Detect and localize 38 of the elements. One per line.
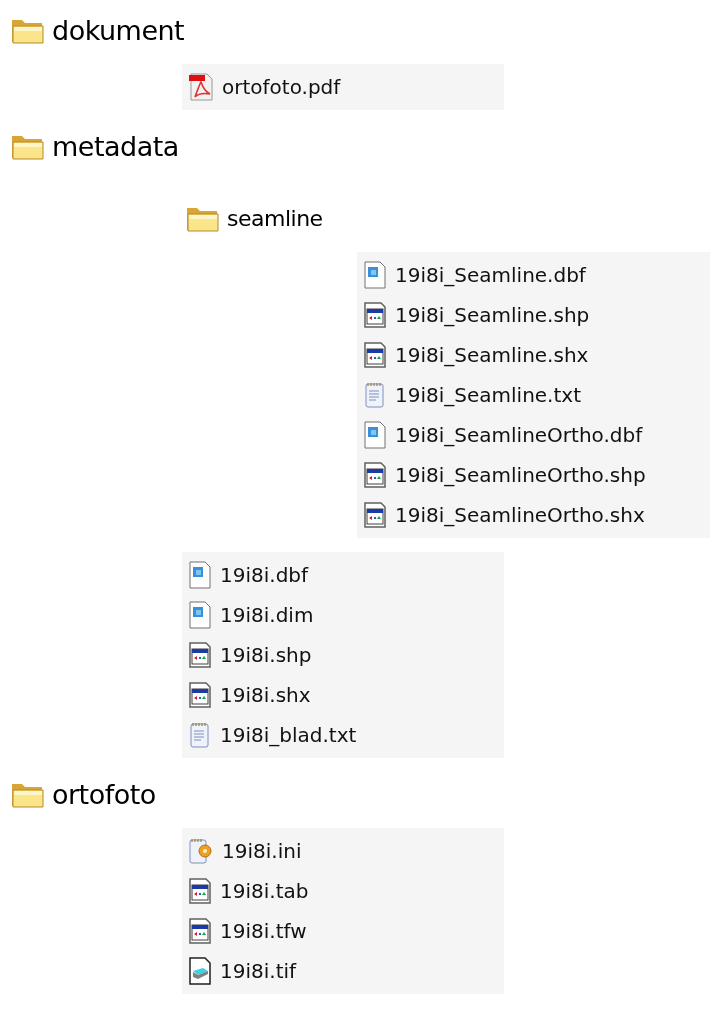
notepad-icon (188, 721, 212, 749)
file-item[interactable]: 19i8i.tab (182, 871, 309, 911)
file-item[interactable]: 19i8i.tfw (182, 911, 307, 951)
folder-item[interactable]: dokument (10, 10, 185, 50)
document-icon (363, 261, 387, 289)
file-item[interactable]: 19i8i_Seamline.dbf (357, 255, 586, 295)
window-file-icon (188, 681, 212, 709)
document-icon (363, 421, 387, 449)
file-item[interactable]: 19i8i.ini (182, 831, 302, 871)
notepad-icon (363, 381, 387, 409)
file-item[interactable]: 19i8i.dim (182, 595, 314, 635)
file-item[interactable]: 19i8i_Seamline.txt (357, 375, 581, 415)
window-file-icon (363, 341, 387, 369)
file-item[interactable]: 19i8i_SeamlineOrtho.dbf (357, 415, 643, 455)
image-file-icon (188, 957, 212, 985)
file-item[interactable]: 19i8i_blad.txt (182, 715, 357, 755)
file-item[interactable]: 19i8i_Seamline.shx (357, 335, 589, 375)
file-item[interactable]: 19i8i_SeamlineOrtho.shp (357, 455, 646, 495)
file-item[interactable]: 19i8i.dbf (182, 555, 309, 595)
window-file-icon (363, 301, 387, 329)
folder-item[interactable]: seamline (185, 198, 323, 238)
settings-file-icon (188, 837, 214, 865)
file-item[interactable]: 19i8i_Seamline.shp (357, 295, 590, 335)
window-file-icon (188, 917, 212, 945)
folder-item[interactable]: metadata (10, 126, 179, 166)
file-item[interactable]: 19i8i.shx (182, 675, 311, 715)
window-file-icon (188, 641, 212, 669)
folder-item[interactable]: ortofoto (10, 774, 156, 814)
file-item[interactable]: 19i8i_SeamlineOrtho.shx (357, 495, 645, 535)
file-item[interactable]: ortofoto.pdf (182, 67, 341, 107)
document-icon (188, 561, 212, 589)
file-item[interactable]: 19i8i.tif (182, 951, 297, 991)
pdf-file-icon (188, 73, 214, 101)
file-item[interactable]: 19i8i.shp (182, 635, 312, 675)
window-file-icon (363, 461, 387, 489)
document-icon (188, 601, 212, 629)
window-file-icon (363, 501, 387, 529)
window-file-icon (188, 877, 212, 905)
